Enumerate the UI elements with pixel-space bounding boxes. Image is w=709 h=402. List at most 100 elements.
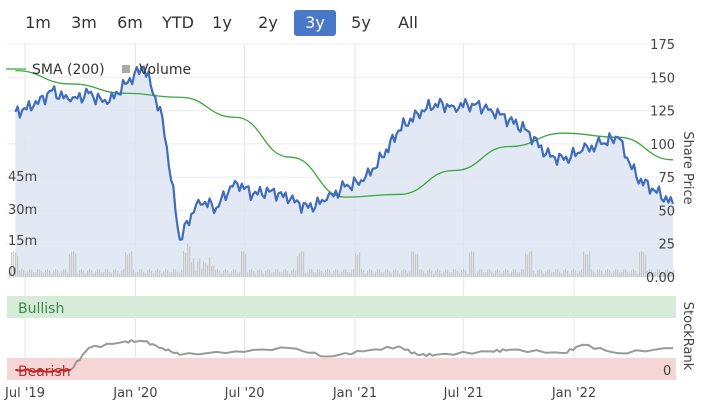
volume-bar xyxy=(575,270,577,277)
volume-bar xyxy=(409,271,411,277)
price-tick-label: 75 xyxy=(658,171,675,186)
volume-bar xyxy=(137,271,139,277)
volume-bar xyxy=(461,270,463,277)
volume-bar xyxy=(165,269,167,277)
volume-bar xyxy=(291,270,293,277)
volume-bar xyxy=(193,258,195,277)
volume-bar xyxy=(583,251,585,277)
volume-bar xyxy=(201,268,203,277)
volume-bar xyxy=(213,265,215,277)
volume-bar xyxy=(551,272,553,277)
volume-bar xyxy=(621,271,623,277)
volume-bar xyxy=(263,273,265,277)
volume-bar xyxy=(331,273,333,277)
volume-bar xyxy=(453,269,455,277)
volume-bar xyxy=(515,269,517,277)
volume-bar xyxy=(289,273,291,277)
volume-bar xyxy=(471,251,473,277)
volume-bar xyxy=(445,269,447,277)
volume-bar xyxy=(145,272,147,277)
volume-bar xyxy=(327,269,329,277)
volume-bar xyxy=(395,269,397,277)
stockrank-zero-tick: 0 xyxy=(663,364,671,379)
volume-bar xyxy=(385,269,387,277)
volume-bar xyxy=(127,255,129,277)
volume-bar xyxy=(181,269,183,277)
volume-bar xyxy=(307,271,309,277)
volume-bar xyxy=(497,269,499,277)
volume-bar xyxy=(343,269,345,277)
volume-bar xyxy=(237,272,239,277)
volume-bar xyxy=(525,253,527,277)
volume-bar xyxy=(99,269,101,277)
volume-bar xyxy=(599,269,601,277)
volume-bar xyxy=(33,272,35,277)
volume-bar xyxy=(433,273,435,277)
volume-bar xyxy=(125,252,127,277)
volume-bar xyxy=(217,269,219,277)
volume-bar xyxy=(303,251,305,277)
price-tick-label: 100 xyxy=(650,138,675,153)
volume-bar xyxy=(549,269,551,277)
volume-bar xyxy=(313,271,315,277)
volume-bar xyxy=(103,272,105,277)
volume-bar xyxy=(17,255,19,277)
volume-bar xyxy=(457,271,459,277)
volume-bar xyxy=(163,271,165,277)
volume-bar xyxy=(587,253,589,277)
bullish-band xyxy=(7,296,676,318)
volume-bar xyxy=(595,272,597,277)
volume-bar xyxy=(235,269,237,277)
volume-bar xyxy=(39,269,41,277)
volume-bar xyxy=(641,251,643,277)
volume-bar xyxy=(293,269,295,277)
volume-bar xyxy=(91,270,93,277)
volume-bar xyxy=(455,269,457,277)
volume-bar xyxy=(151,270,153,277)
volume-bar xyxy=(391,273,393,277)
volume-bar xyxy=(537,270,539,277)
volume-bar xyxy=(161,273,163,277)
volume-bar xyxy=(315,272,317,277)
volume-bar xyxy=(287,271,289,277)
volume-bar xyxy=(215,269,217,277)
volume-bar xyxy=(437,269,439,277)
price-tick-label: 25 xyxy=(658,238,675,253)
volume-bar xyxy=(485,272,487,277)
volume-bar xyxy=(267,269,269,277)
volume-bar xyxy=(113,269,115,277)
volume-bar xyxy=(347,271,349,277)
volume-bar xyxy=(245,253,247,277)
volume-bar xyxy=(477,271,479,277)
volume-legend-label: Volume xyxy=(139,62,191,78)
volume-bar xyxy=(487,269,489,277)
volume-bar xyxy=(241,251,243,277)
volume-bar xyxy=(29,269,31,277)
volume-bar xyxy=(441,273,443,277)
volume-bar xyxy=(615,269,617,277)
volume-bar xyxy=(597,269,599,277)
volume-bar xyxy=(379,269,381,277)
volume-bar xyxy=(333,270,335,277)
volume-bar xyxy=(431,270,433,277)
sma-legend-label: SMA (200) xyxy=(32,62,105,78)
volume-bar xyxy=(325,270,327,277)
volume-bar xyxy=(483,272,485,277)
volume-bar xyxy=(51,273,53,277)
volume-bar xyxy=(251,269,253,277)
volume-bar xyxy=(285,269,287,277)
volume-bar xyxy=(499,270,501,277)
stockrank-axis-title: StockRank xyxy=(680,302,695,371)
volume-bar xyxy=(495,269,497,277)
volume-bar xyxy=(121,270,123,277)
volume-bar xyxy=(489,269,491,277)
volume-bar xyxy=(539,269,541,277)
volume-bar xyxy=(43,272,45,277)
volume-bar xyxy=(371,269,373,277)
volume-bar xyxy=(407,272,409,277)
volume-bar xyxy=(531,251,533,277)
volume-bar xyxy=(629,272,631,277)
volume-bar xyxy=(439,269,441,277)
volume-bar xyxy=(449,272,451,277)
volume-tick-label: 15m xyxy=(8,234,37,249)
